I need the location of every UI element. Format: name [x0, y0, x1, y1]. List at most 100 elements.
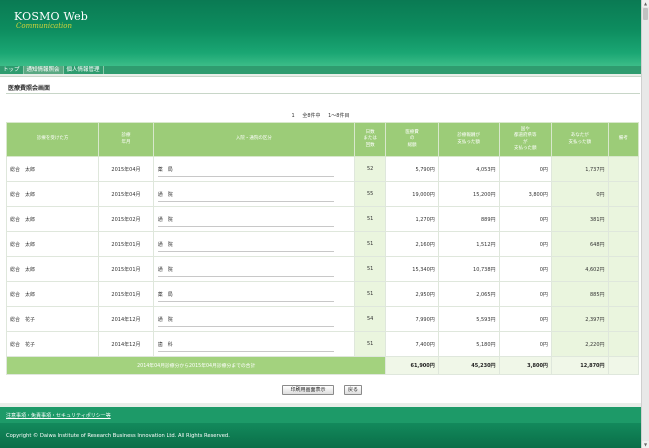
cell-public-paid: 0円 — [498, 206, 552, 232]
table-row: 総合 花子 2014年12月歯 科 51 7,400円 5,180円 0円 2,220円 — [5, 331, 640, 357]
cell-public-paid: 3,800円 — [498, 181, 552, 207]
cell-kind: 通 院 — [152, 231, 355, 257]
cell-kind: 通 院 — [152, 206, 355, 232]
header-self-paid: あなたが 支払った額 — [550, 122, 609, 157]
cell-total: 7,400円 — [385, 331, 439, 357]
cell-month: 2015年01月 — [98, 281, 154, 307]
main-nav: トップ 通知情報照会 個人情報管理 — [0, 66, 641, 74]
table-row: 総合 太郎 2015年04月薬 局 52 5,790円 4,053円 0円 1,737円 — [5, 156, 640, 182]
cell-month: 2015年02月 — [98, 206, 154, 232]
cell-remarks — [607, 306, 640, 332]
nav-tab-top[interactable]: トップ — [0, 66, 24, 74]
cell-total: 7,990円 — [385, 306, 439, 332]
kind-underline — [157, 301, 334, 302]
scroll-up-arrow-icon[interactable]: ▲ — [642, 0, 649, 7]
total-period-label: 2014年04月診療分から2015年04月診療分までの合計 — [5, 356, 387, 375]
header-remarks: 備考 — [607, 122, 640, 157]
cell-insurer-paid: 1,512円 — [437, 231, 500, 257]
cell-self-paid: 648円 — [550, 231, 609, 257]
header-banner: KOSMO Web Communication — [0, 0, 641, 66]
cell-days: 51 — [353, 331, 387, 357]
cell-public-paid: 0円 — [498, 156, 552, 182]
app-logo-subtitle: Communication — [16, 22, 72, 30]
print-view-button[interactable]: 印刷用画面表示 — [282, 385, 334, 395]
cell-patient-name: 総合 太郎 — [5, 231, 100, 257]
total-self-paid: 12,870円 — [550, 356, 609, 375]
kind-underline — [157, 351, 334, 352]
pager-range: 1～8件目 — [328, 113, 350, 119]
cell-kind: 薬 局 — [152, 281, 355, 307]
cell-self-paid: 2,220円 — [550, 331, 609, 357]
cell-self-paid: 381円 — [550, 206, 609, 232]
nav-tab-notice-inquiry[interactable]: 通知情報照会 — [23, 66, 64, 74]
cell-insurer-paid: 15,200円 — [437, 181, 500, 207]
table-row: 総合 太郎 2015年04月通 院 55 19,000円 15,200円 3,800円 0円 — [5, 181, 640, 207]
header-total: 医療費の総額 — [385, 122, 439, 157]
cell-days: 51 — [353, 256, 387, 282]
cell-total: 5,790円 — [385, 156, 439, 182]
pager-summary: 全8件中 — [302, 113, 321, 119]
cell-self-paid: 4,602円 — [550, 256, 609, 282]
total-public-paid: 3,800円 — [498, 356, 552, 375]
header-kind: 入院・通院の区分 — [152, 122, 355, 157]
total-remarks — [607, 356, 640, 375]
header-public-paid: 国や 都道府県等が支払った額 — [498, 122, 552, 157]
cell-kind: 通 院 — [152, 306, 355, 332]
cell-remarks — [607, 181, 640, 207]
kind-underline — [157, 201, 334, 202]
table-row: 総合 太郎 2015年02月通 院 51 1,270円 889円 0円 381円 — [5, 206, 640, 232]
table-row: 総合 花子 2014年12月通 院 54 7,990円 5,593円 0円 2,397円 — [5, 306, 640, 332]
header-insurer-paid: 診療報酬が 支払った額 — [437, 122, 500, 157]
scroll-thumb[interactable] — [643, 8, 648, 20]
kind-underline — [157, 176, 334, 177]
cell-month: 2014年12月 — [98, 331, 154, 357]
cell-month: 2015年01月 — [98, 256, 154, 282]
table-row: 総合 太郎 2015年01月薬 局 51 2,950円 2,065円 0円 885円 — [5, 281, 640, 307]
kind-underline — [157, 251, 334, 252]
cell-remarks — [607, 256, 640, 282]
table-row: 総合 太郎 2015年01月通 院 51 15,340円 10,738円 0円 4,602円 — [5, 256, 640, 282]
cell-patient-name: 総合 太郎 — [5, 181, 100, 207]
cell-kind: 薬 局 — [152, 156, 355, 182]
cell-remarks — [607, 156, 640, 182]
cell-days: 51 — [353, 206, 387, 232]
cell-days: 51 — [353, 231, 387, 257]
cell-self-paid: 885円 — [550, 281, 609, 307]
cell-days: 52 — [353, 156, 387, 182]
cell-days: 54 — [353, 306, 387, 332]
kind-underline — [157, 226, 334, 227]
cell-total: 2,950円 — [385, 281, 439, 307]
cell-public-paid: 0円 — [498, 306, 552, 332]
back-button[interactable]: 戻る — [344, 385, 362, 395]
cell-month: 2015年04月 — [98, 156, 154, 182]
nav-tab-personal-info[interactable]: 個人情報管理 — [64, 66, 104, 74]
vertical-scrollbar[interactable]: ▲ ▼ — [641, 0, 649, 448]
cell-kind: 歯 科 — [152, 331, 355, 357]
total-insurer-paid: 45,230円 — [437, 356, 500, 375]
cell-patient-name: 総合 太郎 — [5, 256, 100, 282]
cell-patient-name: 総合 太郎 — [5, 206, 100, 232]
cell-kind: 通 院 — [152, 181, 355, 207]
cell-insurer-paid: 10,738円 — [437, 256, 500, 282]
cell-public-paid: 0円 — [498, 256, 552, 282]
footer-policy-link[interactable]: 注意事項・免責事項・セキュリティポリシー等 — [6, 412, 111, 419]
medical-expense-table: 診療を受けた方 診療 年月 入院・通院の区分 日数 または 回数 医療費の総額 診療報… — [5, 122, 640, 375]
cell-remarks — [607, 231, 640, 257]
cell-public-paid: 0円 — [498, 331, 552, 357]
cell-total: 15,340円 — [385, 256, 439, 282]
cell-days: 51 — [353, 281, 387, 307]
main-panel: 医療費照会画面 1 全8件中 1～8件目 診療を受けた方 診療 年月 入院・通院の… — [0, 76, 641, 403]
cell-remarks — [607, 331, 640, 357]
cell-insurer-paid: 2,065円 — [437, 281, 500, 307]
header-days: 日数 または 回数 — [353, 122, 387, 157]
cell-patient-name: 総合 花子 — [5, 306, 100, 332]
cell-month: 2014年12月 — [98, 306, 154, 332]
cell-patient-name: 総合 太郎 — [5, 281, 100, 307]
cell-self-paid: 1,737円 — [550, 156, 609, 182]
header-month: 診療 年月 — [98, 122, 154, 157]
scroll-down-arrow-icon[interactable]: ▼ — [642, 441, 649, 448]
cell-insurer-paid: 5,593円 — [437, 306, 500, 332]
kind-underline — [157, 276, 334, 277]
cell-days: 55 — [353, 181, 387, 207]
cell-total: 19,000円 — [385, 181, 439, 207]
